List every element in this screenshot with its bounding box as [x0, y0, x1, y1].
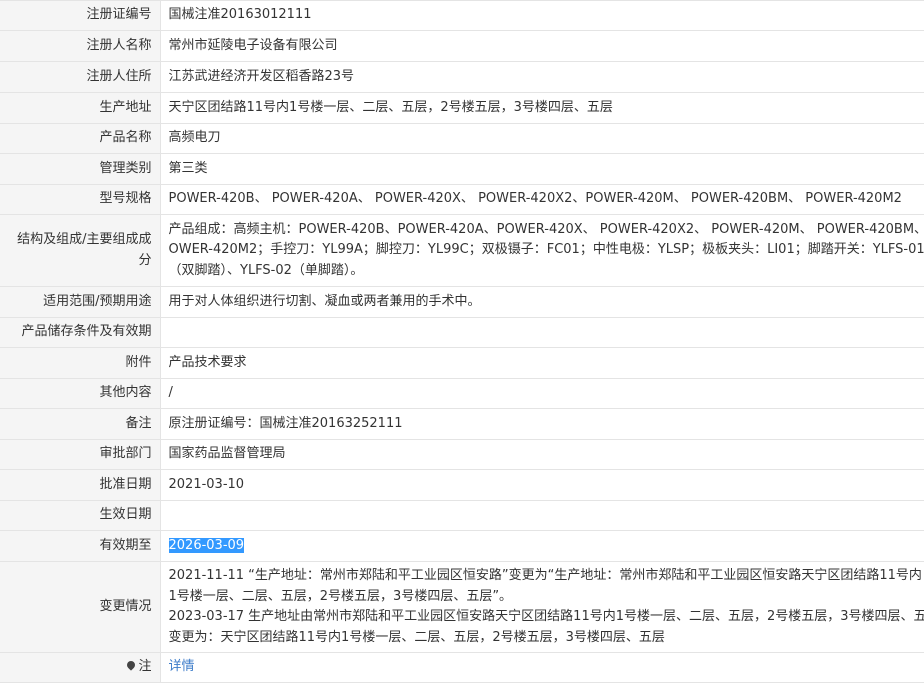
row-value: POWER-420B、 POWER-420A、 POWER-420X、 POWE…	[160, 184, 924, 215]
value-line: 产品组成：高频主机：POWER-420B、POWER-420A、POWER-42…	[168, 221, 924, 237]
value-line: 2021-11-11 “生产地址：常州市郑陆和平工业园区恒安路”变更为“生产地址…	[168, 568, 922, 583]
row-label: 审批部门	[0, 439, 161, 470]
row-label: 有效期至	[0, 530, 161, 562]
row-value: 江苏武进经济开发区稻香路23号	[160, 61, 924, 93]
row-label: 变更情况	[0, 561, 161, 653]
row-value: 常州市延陵电子设备有限公司	[160, 30, 924, 62]
table-row: 注册人住所 江苏武进经济开发区稻香路23号	[0, 61, 924, 93]
row-label: 注	[0, 652, 161, 683]
row-value	[160, 500, 924, 531]
value-line: （双脚踏）、YLFS-02（单脚踏）。	[168, 262, 364, 278]
row-value: 天宁区团结路11号内1号楼一层、二层、五层，2号楼五层，3号楼四层、五层	[160, 92, 924, 124]
row-value: 产品技术要求	[160, 347, 924, 379]
row-value: 国家药品监督管理局	[160, 439, 924, 470]
location-pin-icon	[125, 659, 138, 671]
table-row: 管理类别 第三类	[0, 153, 924, 185]
row-label: 产品储存条件及有效期	[0, 317, 161, 348]
row-value: 2026-03-09	[160, 530, 924, 562]
row-value: 产品组成：高频主机：POWER-420B、POWER-420A、POWER-42…	[160, 214, 924, 287]
row-value: 国械注准20163012111	[160, 0, 924, 31]
row-label: 管理类别	[0, 153, 161, 185]
registration-detail-table: 注册证编号 国械注准20163012111 注册人名称 常州市延陵电子设备有限公…	[0, 0, 924, 683]
row-label: 结构及组成/主要组成成分	[0, 214, 161, 287]
table-row: 有效期至 2026-03-09	[0, 530, 924, 562]
note-label: 注	[138, 659, 152, 675]
row-label: 注册证编号	[0, 0, 161, 31]
value-line: 2023-03-17 生产地址由常州市郑陆和平工业园区恒安路天宁区团结路11号内…	[168, 609, 924, 624]
row-label: 批准日期	[0, 469, 161, 501]
row-label: 生效日期	[0, 500, 161, 531]
row-label: 注册人名称	[0, 30, 161, 62]
row-value: 2021-11-11 “生产地址：常州市郑陆和平工业园区恒安路”变更为“生产地址…	[160, 561, 924, 653]
table-row: 批准日期 2021-03-10	[0, 469, 924, 501]
table-row: 型号规格 POWER-420B、 POWER-420A、 POWER-420X、…	[0, 184, 924, 215]
row-label: 其他内容	[0, 378, 161, 409]
table-row: 注册人名称 常州市延陵电子设备有限公司	[0, 30, 924, 62]
row-value: 第三类	[160, 153, 924, 185]
row-label: 生产地址	[0, 92, 161, 124]
row-label: 产品名称	[0, 123, 161, 154]
table-row: 审批部门 国家药品监督管理局	[0, 439, 924, 470]
details-link[interactable]: 详情	[169, 659, 195, 674]
value-line: OWER-420M2；手控刀：YL99A；脚控刀：YL99C；双极镊子：FC01…	[168, 242, 924, 258]
value-line: 变更为：天宁区团结路11号内1号楼一层、二层、五层，2号楼五层，3号楼四层、五层	[168, 629, 665, 645]
row-label: 型号规格	[0, 184, 161, 215]
row-label: 适用范围/预期用途	[0, 286, 161, 318]
table-row: 其他内容 /	[0, 378, 924, 409]
row-label: 附件	[0, 347, 161, 379]
row-value: 原注册证编号：国械注准20163252111	[160, 408, 924, 440]
row-value: /	[160, 378, 924, 409]
table-row: 附件 产品技术要求	[0, 347, 924, 379]
row-value	[160, 317, 924, 348]
value-line: 1号楼一层、二层、五层，2号楼五层，3号楼四层、五层”。	[168, 588, 513, 604]
table-row: 生效日期	[0, 500, 924, 531]
table-row: 变更情况 2021-11-11 “生产地址：常州市郑陆和平工业园区恒安路”变更为…	[0, 561, 924, 653]
table-row: 生产地址 天宁区团结路11号内1号楼一层、二层、五层，2号楼五层，3号楼四层、五…	[0, 92, 924, 124]
table-row: 注册证编号 国械注准20163012111	[0, 0, 924, 31]
row-value: 2021-03-10	[160, 469, 924, 501]
row-value: 高频电刀	[160, 123, 924, 154]
row-value: 用于对人体组织进行切割、凝血或两者兼用的手术中。	[160, 286, 924, 318]
table-row: 结构及组成/主要组成成分 产品组成：高频主机：POWER-420B、POWER-…	[0, 214, 924, 287]
row-label: 备注	[0, 408, 161, 440]
table-row: 备注 原注册证编号：国械注准20163252111	[0, 408, 924, 440]
table-row: 产品储存条件及有效期	[0, 317, 924, 348]
table-row: 注 详情	[0, 652, 924, 683]
table-row: 适用范围/预期用途 用于对人体组织进行切割、凝血或两者兼用的手术中。	[0, 286, 924, 318]
row-label: 注册人住所	[0, 61, 161, 93]
row-value: 详情	[160, 652, 924, 683]
table-row: 产品名称 高频电刀	[0, 123, 924, 154]
selected-expiry-date[interactable]: 2026-03-09	[168, 537, 245, 553]
